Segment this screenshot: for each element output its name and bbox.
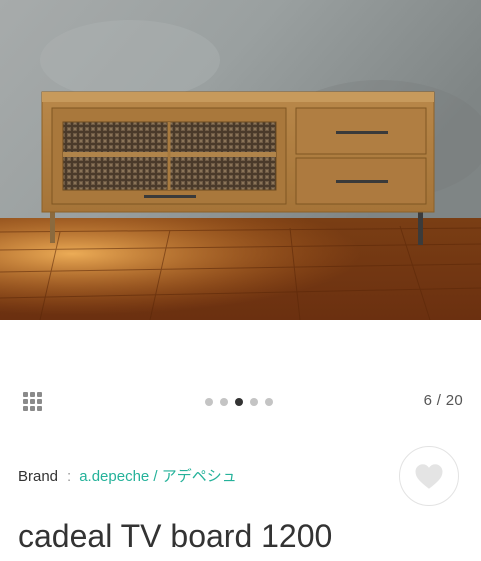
- pagination-dot[interactable]: [220, 398, 228, 406]
- brand-link[interactable]: a.depeche / アデペシュ: [79, 468, 237, 485]
- favorite-button[interactable]: [399, 446, 459, 506]
- product-title: cadeal TV board 1200: [18, 518, 333, 554]
- brand-row: Brand: a.depeche / アデペシュ: [18, 465, 237, 486]
- product-photo[interactable]: [0, 0, 481, 320]
- heart-icon: [415, 463, 443, 489]
- brand-label: Brand: [18, 468, 59, 485]
- grid-icon[interactable]: [22, 391, 44, 413]
- pagination-dots: [205, 398, 273, 406]
- pagination-dot[interactable]: [235, 398, 243, 406]
- image-counter: 6 / 20: [423, 392, 463, 409]
- gallery-bar: 6 / 20: [0, 384, 481, 420]
- brand-separator: :: [67, 468, 72, 485]
- pagination-dot[interactable]: [205, 398, 213, 406]
- pagination-dot[interactable]: [265, 398, 273, 406]
- pagination-dot[interactable]: [250, 398, 258, 406]
